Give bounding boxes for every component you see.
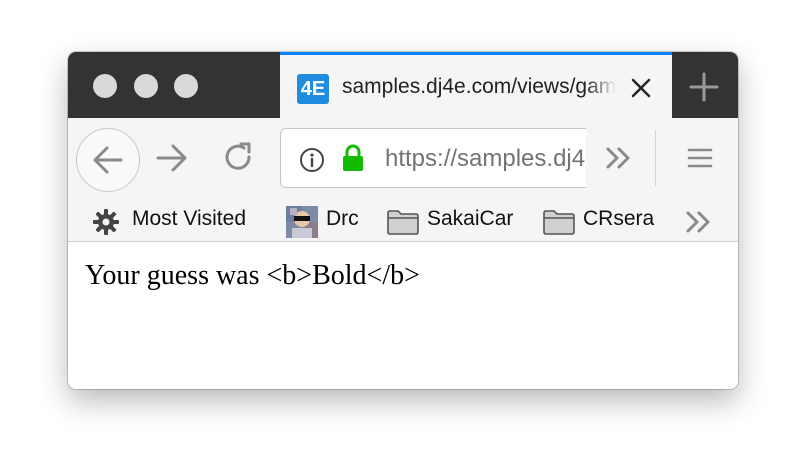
forward-button[interactable] (154, 140, 190, 176)
bookmarks-toolbar: Most Visited Drc SakaiCar CRsera (68, 198, 738, 242)
overflow-chevron-icon[interactable] (604, 146, 634, 170)
gear-icon (93, 209, 119, 235)
navigation-toolbar: https://samples.dj4e.com/views/game/%3Cb… (68, 118, 738, 198)
folder-icon (543, 210, 575, 235)
bookmark-drc[interactable]: Drc (326, 207, 359, 231)
forward-arrow-icon (156, 144, 187, 172)
hamburger-menu-icon[interactable] (686, 146, 714, 170)
back-arrow-icon (93, 146, 123, 174)
active-tab[interactable]: 4E samples.dj4e.com/views/game/%3Cb%3EBo… (280, 52, 672, 118)
url-text[interactable]: https://samples.dj4e.com/views/game/%3Cb… (385, 145, 586, 173)
url-bar[interactable]: https://samples.dj4e.com/views/game/%3Cb… (280, 128, 586, 188)
avatar-image (286, 206, 318, 238)
tab-title: samples.dj4e.com/views/game/%3Cb%3EBold%… (342, 75, 616, 99)
guess-result-text: Your guess was <b>Bold</b> (85, 260, 420, 291)
folder-icon (387, 210, 419, 235)
toolbar-divider (655, 130, 656, 186)
bookmarks-overflow-chevron-icon[interactable] (684, 210, 714, 234)
info-icon[interactable] (299, 147, 325, 173)
close-window-button[interactable] (93, 74, 117, 98)
browser-window: 4E samples.dj4e.com/views/game/%3Cb%3EBo… (68, 52, 738, 389)
bookmark-most-visited[interactable]: Most Visited (132, 207, 246, 231)
new-tab-icon[interactable] (688, 71, 720, 103)
lock-icon[interactable] (341, 144, 365, 172)
page-content: Your guess was <b>Bold</b> (68, 242, 738, 389)
reload-button[interactable] (220, 140, 256, 176)
close-tab-icon[interactable] (630, 77, 652, 99)
bookmark-sakaicar[interactable]: SakaiCar (427, 207, 513, 231)
site-favicon-icon: 4E (297, 74, 329, 104)
title-bar: 4E samples.dj4e.com/views/game/%3Cb%3EBo… (68, 52, 738, 118)
minimize-window-button[interactable] (134, 74, 158, 98)
zoom-window-button[interactable] (174, 74, 198, 98)
bookmark-crsera[interactable]: CRsera (583, 207, 654, 231)
back-button[interactable] (76, 128, 140, 192)
reload-icon (225, 142, 251, 170)
